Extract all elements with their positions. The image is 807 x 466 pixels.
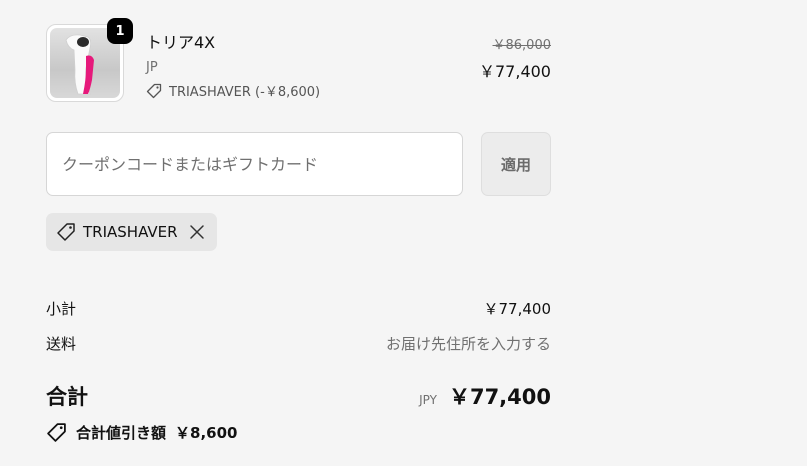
total-label: 合計 [46,385,88,409]
savings-value: ￥8,600 [175,424,238,442]
savings-label: 合計値引き額 [76,424,167,442]
product-discount: TRIASHAVER (-￥8,600) [146,81,320,100]
currency-code: JPY [419,393,437,407]
product-name: トリア4X [146,33,216,52]
product-thumbnail: 1 [46,18,133,102]
tag-icon [47,423,66,442]
shipping-label: 送料 [46,335,77,353]
total-savings: 合計値引き額 ￥8,600 [46,422,237,443]
total-row: 合計 JPY ￥77,400 [46,381,551,411]
total-amount-group: JPY ￥77,400 [419,381,551,411]
product-info: トリア4X JP TRIASHAVER (-￥8,600) [146,29,320,100]
total-amount: ￥77,400 [448,385,551,409]
subtotal-row: 小計 ￥77,400 [46,298,551,319]
shipping-value: お届け先住所を入力する [385,335,551,353]
shipping-row: 送料 お届け先住所を入力する [46,333,551,354]
tag-icon [57,223,75,241]
coupon-input[interactable] [46,132,463,196]
subtotal-label: 小計 [46,300,77,318]
close-icon [189,225,204,239]
subtotal-value: ￥77,400 [483,300,552,318]
remove-discount-button[interactable] [189,224,205,240]
line-item: 1 トリア4X JP TRIASHAVER (-￥8,600) ￥86,000 … [46,18,551,106]
order-summary: 1 トリア4X JP TRIASHAVER (-￥8,600) ￥86,000 … [46,18,551,442]
product-prices: ￥86,000 ￥77,400 [479,34,551,82]
product-discount-label: TRIASHAVER (-￥8,600) [169,85,321,100]
coupon-form: 適用 [46,132,551,196]
applied-discount-code: TRIASHAVER [83,223,178,241]
applied-discount-chip: TRIASHAVER [46,213,217,251]
apply-button[interactable]: 適用 [481,132,551,196]
original-price: ￥86,000 [492,38,552,53]
tag-icon [146,83,162,98]
current-price: ￥77,400 [479,62,551,81]
quantity-badge: 1 [107,18,133,44]
product-variant: JP [146,60,158,75]
